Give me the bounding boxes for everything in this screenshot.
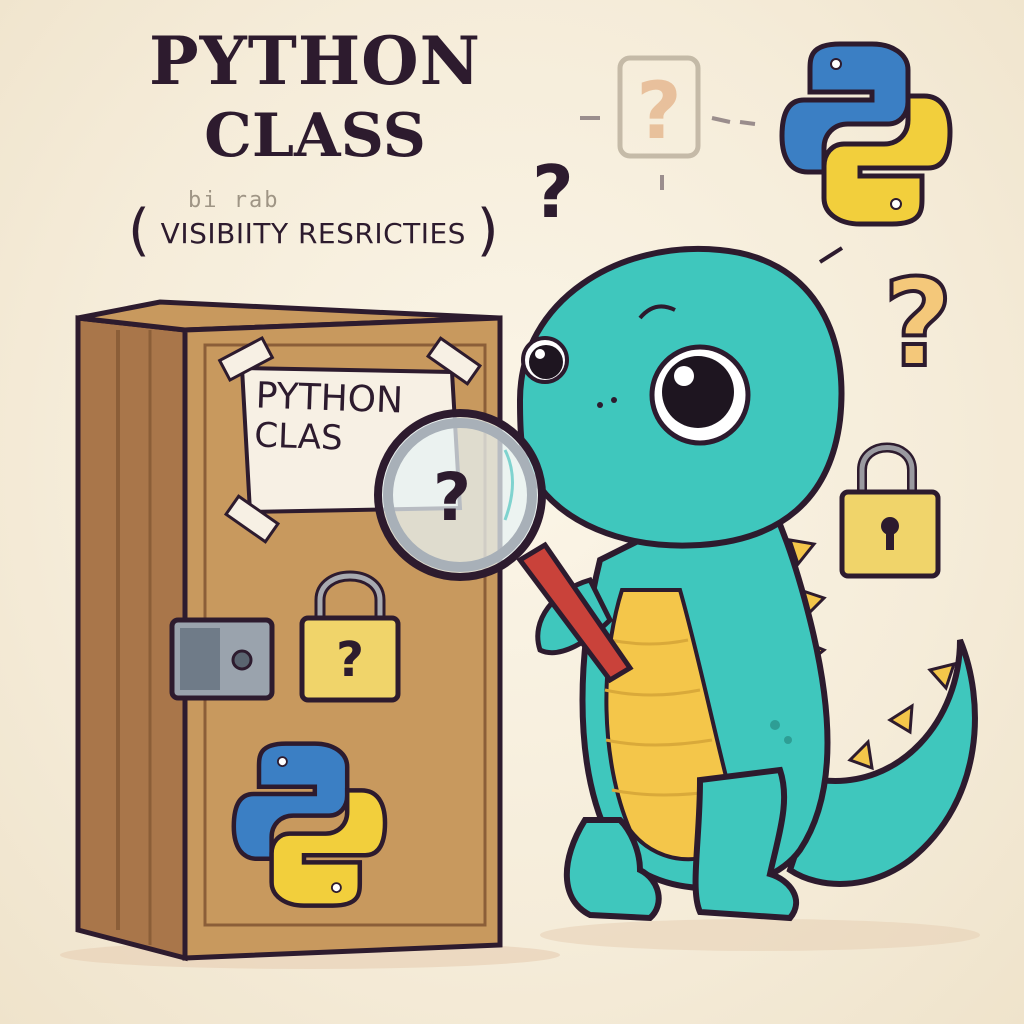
svg-text:?: ?: [636, 67, 681, 157]
faded-question-tag-icon: ?: [580, 55, 756, 190]
cabinet-label: PYTHON CLAS: [254, 375, 404, 461]
svg-text:?: ?: [883, 255, 953, 394]
python-logo-icon: [779, 41, 953, 227]
svg-text:?: ?: [336, 632, 364, 688]
illustration: ? ? ? ?: [60, 41, 980, 969]
cabinet-label-line-1: PYTHON: [255, 375, 404, 422]
padlock-right-icon: [839, 442, 941, 579]
cabinet-label-line-2: CLAS: [253, 415, 344, 459]
svg-text:?: ?: [433, 459, 471, 536]
